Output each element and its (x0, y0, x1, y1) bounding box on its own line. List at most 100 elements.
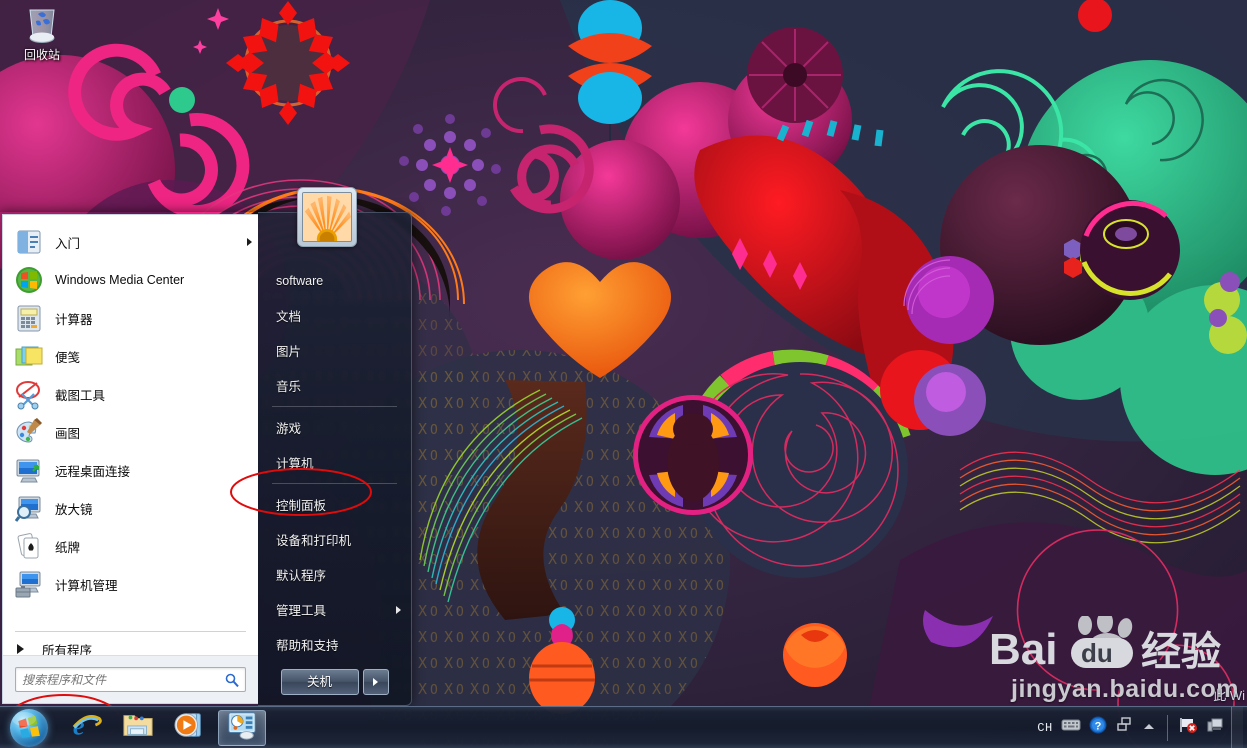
tray-network-button[interactable] (1112, 710, 1136, 746)
start-right-item-label: 音乐 (276, 380, 302, 394)
start-menu-program-list: 入门 Windows Media Center 计算器 便笺 截图工具 画图 远… (3, 215, 258, 625)
start-right-item-label: 文档 (276, 310, 302, 324)
start-menu-right-panel: software 文档 图片 音乐 游戏 计算机 控制面板 设备和打印机 默认程… (258, 187, 412, 706)
start-right-item-label: 计算机 (276, 457, 314, 471)
start-right-item-control-panel[interactable]: 控制面板 (258, 487, 411, 522)
start-right-item-label: 游戏 (276, 422, 302, 436)
svg-text:?: ? (1095, 721, 1102, 733)
start-right-item-documents[interactable]: 文档 (258, 298, 411, 333)
desktop: X O (0, 0, 1247, 748)
recycle-bin-icon (19, 4, 65, 46)
media-center-icon (13, 264, 45, 296)
show-desktop-button[interactable] (1231, 706, 1243, 748)
windows-logo-icon (10, 708, 48, 747)
calculator-icon (13, 302, 45, 334)
taskbar-button-windows-explorer[interactable] (114, 710, 162, 746)
remote-desktop-icon (13, 454, 45, 486)
start-right-item-administrative-tools[interactable]: 管理工具 (258, 592, 411, 627)
start-item-label: 放大镜 (55, 502, 93, 517)
start-item-label: 截图工具 (55, 388, 106, 403)
start-right-separator (272, 483, 397, 484)
folder-icon (122, 710, 154, 745)
start-right-item-default-programs[interactable]: 默认程序 (258, 557, 411, 592)
start-item-label: Windows Media Center (55, 273, 185, 287)
start-right-item-games[interactable]: 游戏 (258, 410, 411, 445)
tray-ime-indicator[interactable]: CH (1034, 710, 1056, 746)
right-triangle-icon (17, 644, 24, 654)
taskbar: e CH ? (0, 706, 1247, 748)
chevron-right-icon (396, 605, 401, 614)
start-right-item-label: 图片 (276, 345, 302, 359)
media-player-icon (174, 710, 206, 745)
start-right-item-devices-and-printers[interactable]: 设备和打印机 (258, 522, 411, 557)
sticky-notes-icon (13, 340, 45, 372)
start-item-label: 计算器 (55, 312, 93, 327)
start-item-label: 画图 (55, 426, 81, 441)
start-item-magnifier[interactable]: 放大镜 (3, 489, 258, 527)
desktop-icon-recycle-bin[interactable]: 回收站 (6, 4, 78, 62)
start-item-computer-management[interactable]: 计算机管理 (3, 565, 258, 603)
tray-show-hidden-icons-button[interactable] (1138, 710, 1160, 746)
chevron-right-icon (247, 238, 252, 246)
start-right-item-software[interactable]: software (258, 263, 411, 298)
paint-icon (13, 416, 45, 448)
ie-icon: e (70, 709, 102, 746)
start-item-sticky-notes[interactable]: 便笺 (3, 337, 258, 375)
chevron-right-icon (373, 678, 378, 686)
network-icon (1115, 716, 1133, 739)
control-panel-icon (226, 710, 258, 745)
start-right-item-label: 管理工具 (276, 604, 327, 618)
help-icon: ? (1089, 716, 1107, 739)
snipping-tool-icon (13, 378, 45, 410)
tray-network-monitor-button[interactable] (1203, 710, 1227, 746)
start-item-windows-media-center[interactable]: Windows Media Center (3, 261, 258, 299)
tray-help-button[interactable]: ? (1086, 710, 1110, 746)
tray-keyboard-button[interactable] (1058, 710, 1084, 746)
start-right-item-pictures[interactable]: 图片 (258, 333, 411, 368)
start-menu: 入门 Windows Media Center 计算器 便笺 截图工具 画图 远… (0, 187, 412, 706)
start-right-item-label: 默认程序 (276, 569, 327, 583)
system-tray: CH ? (1034, 706, 1247, 748)
shutdown-zone: 关机 (258, 669, 411, 695)
shutdown-button[interactable]: 关机 (280, 669, 359, 695)
start-button[interactable] (2, 708, 56, 748)
start-item-label: 入门 (55, 236, 81, 251)
start-item-label: 便笺 (55, 350, 81, 365)
start-right-item-label: 设备和打印机 (276, 534, 352, 548)
start-item-remote-desktop[interactable]: 远程桌面连接 (3, 451, 258, 489)
action-center-flag-icon (1178, 716, 1198, 739)
start-right-separator (272, 406, 397, 407)
start-item-paint[interactable]: 画图 (3, 413, 258, 451)
computer-management-icon (13, 568, 45, 600)
start-right-item-music[interactable]: 音乐 (258, 368, 411, 403)
start-item-label: 远程桌面连接 (55, 464, 131, 479)
tray-divider (1167, 714, 1168, 741)
shutdown-options-button[interactable] (362, 669, 389, 695)
start-right-item-label: 帮助和支持 (276, 639, 339, 653)
start-right-item-help-and-support[interactable]: 帮助和支持 (258, 627, 411, 662)
start-right-item-computer[interactable]: 计算机 (258, 445, 411, 480)
start-item-getting-started[interactable]: 入门 (3, 223, 258, 261)
search-box[interactable] (15, 667, 246, 692)
start-menu-search-zone (3, 655, 258, 703)
tray-action-center-button[interactable] (1175, 710, 1201, 746)
start-item-solitaire[interactable]: 纸牌 (3, 527, 258, 565)
start-item-label: 计算机管理 (55, 578, 118, 593)
start-item-calculator[interactable]: 计算器 (3, 299, 258, 337)
solitaire-icon (13, 530, 45, 562)
taskbar-button-control-panel[interactable] (218, 709, 266, 746)
getting-started-icon (13, 226, 45, 258)
search-input[interactable] (22, 672, 225, 687)
start-menu-places-list: software 文档 图片 音乐 游戏 计算机 控制面板 设备和打印机 默认程… (258, 213, 411, 662)
network-monitor-icon (1206, 716, 1224, 739)
keyboard-icon (1061, 718, 1081, 737)
taskbar-buttons: e (60, 709, 268, 746)
ime-label: CH (1037, 720, 1053, 735)
taskbar-button-internet-explorer[interactable]: e (62, 710, 110, 746)
start-right-item-label: 控制面板 (276, 499, 327, 513)
start-item-snipping-tool[interactable]: 截图工具 (3, 375, 258, 413)
user-account-picture[interactable] (297, 187, 357, 247)
taskbar-button-windows-media-player[interactable] (166, 710, 214, 746)
start-right-item-label: software (276, 273, 324, 288)
start-item-label: 纸牌 (55, 540, 81, 555)
